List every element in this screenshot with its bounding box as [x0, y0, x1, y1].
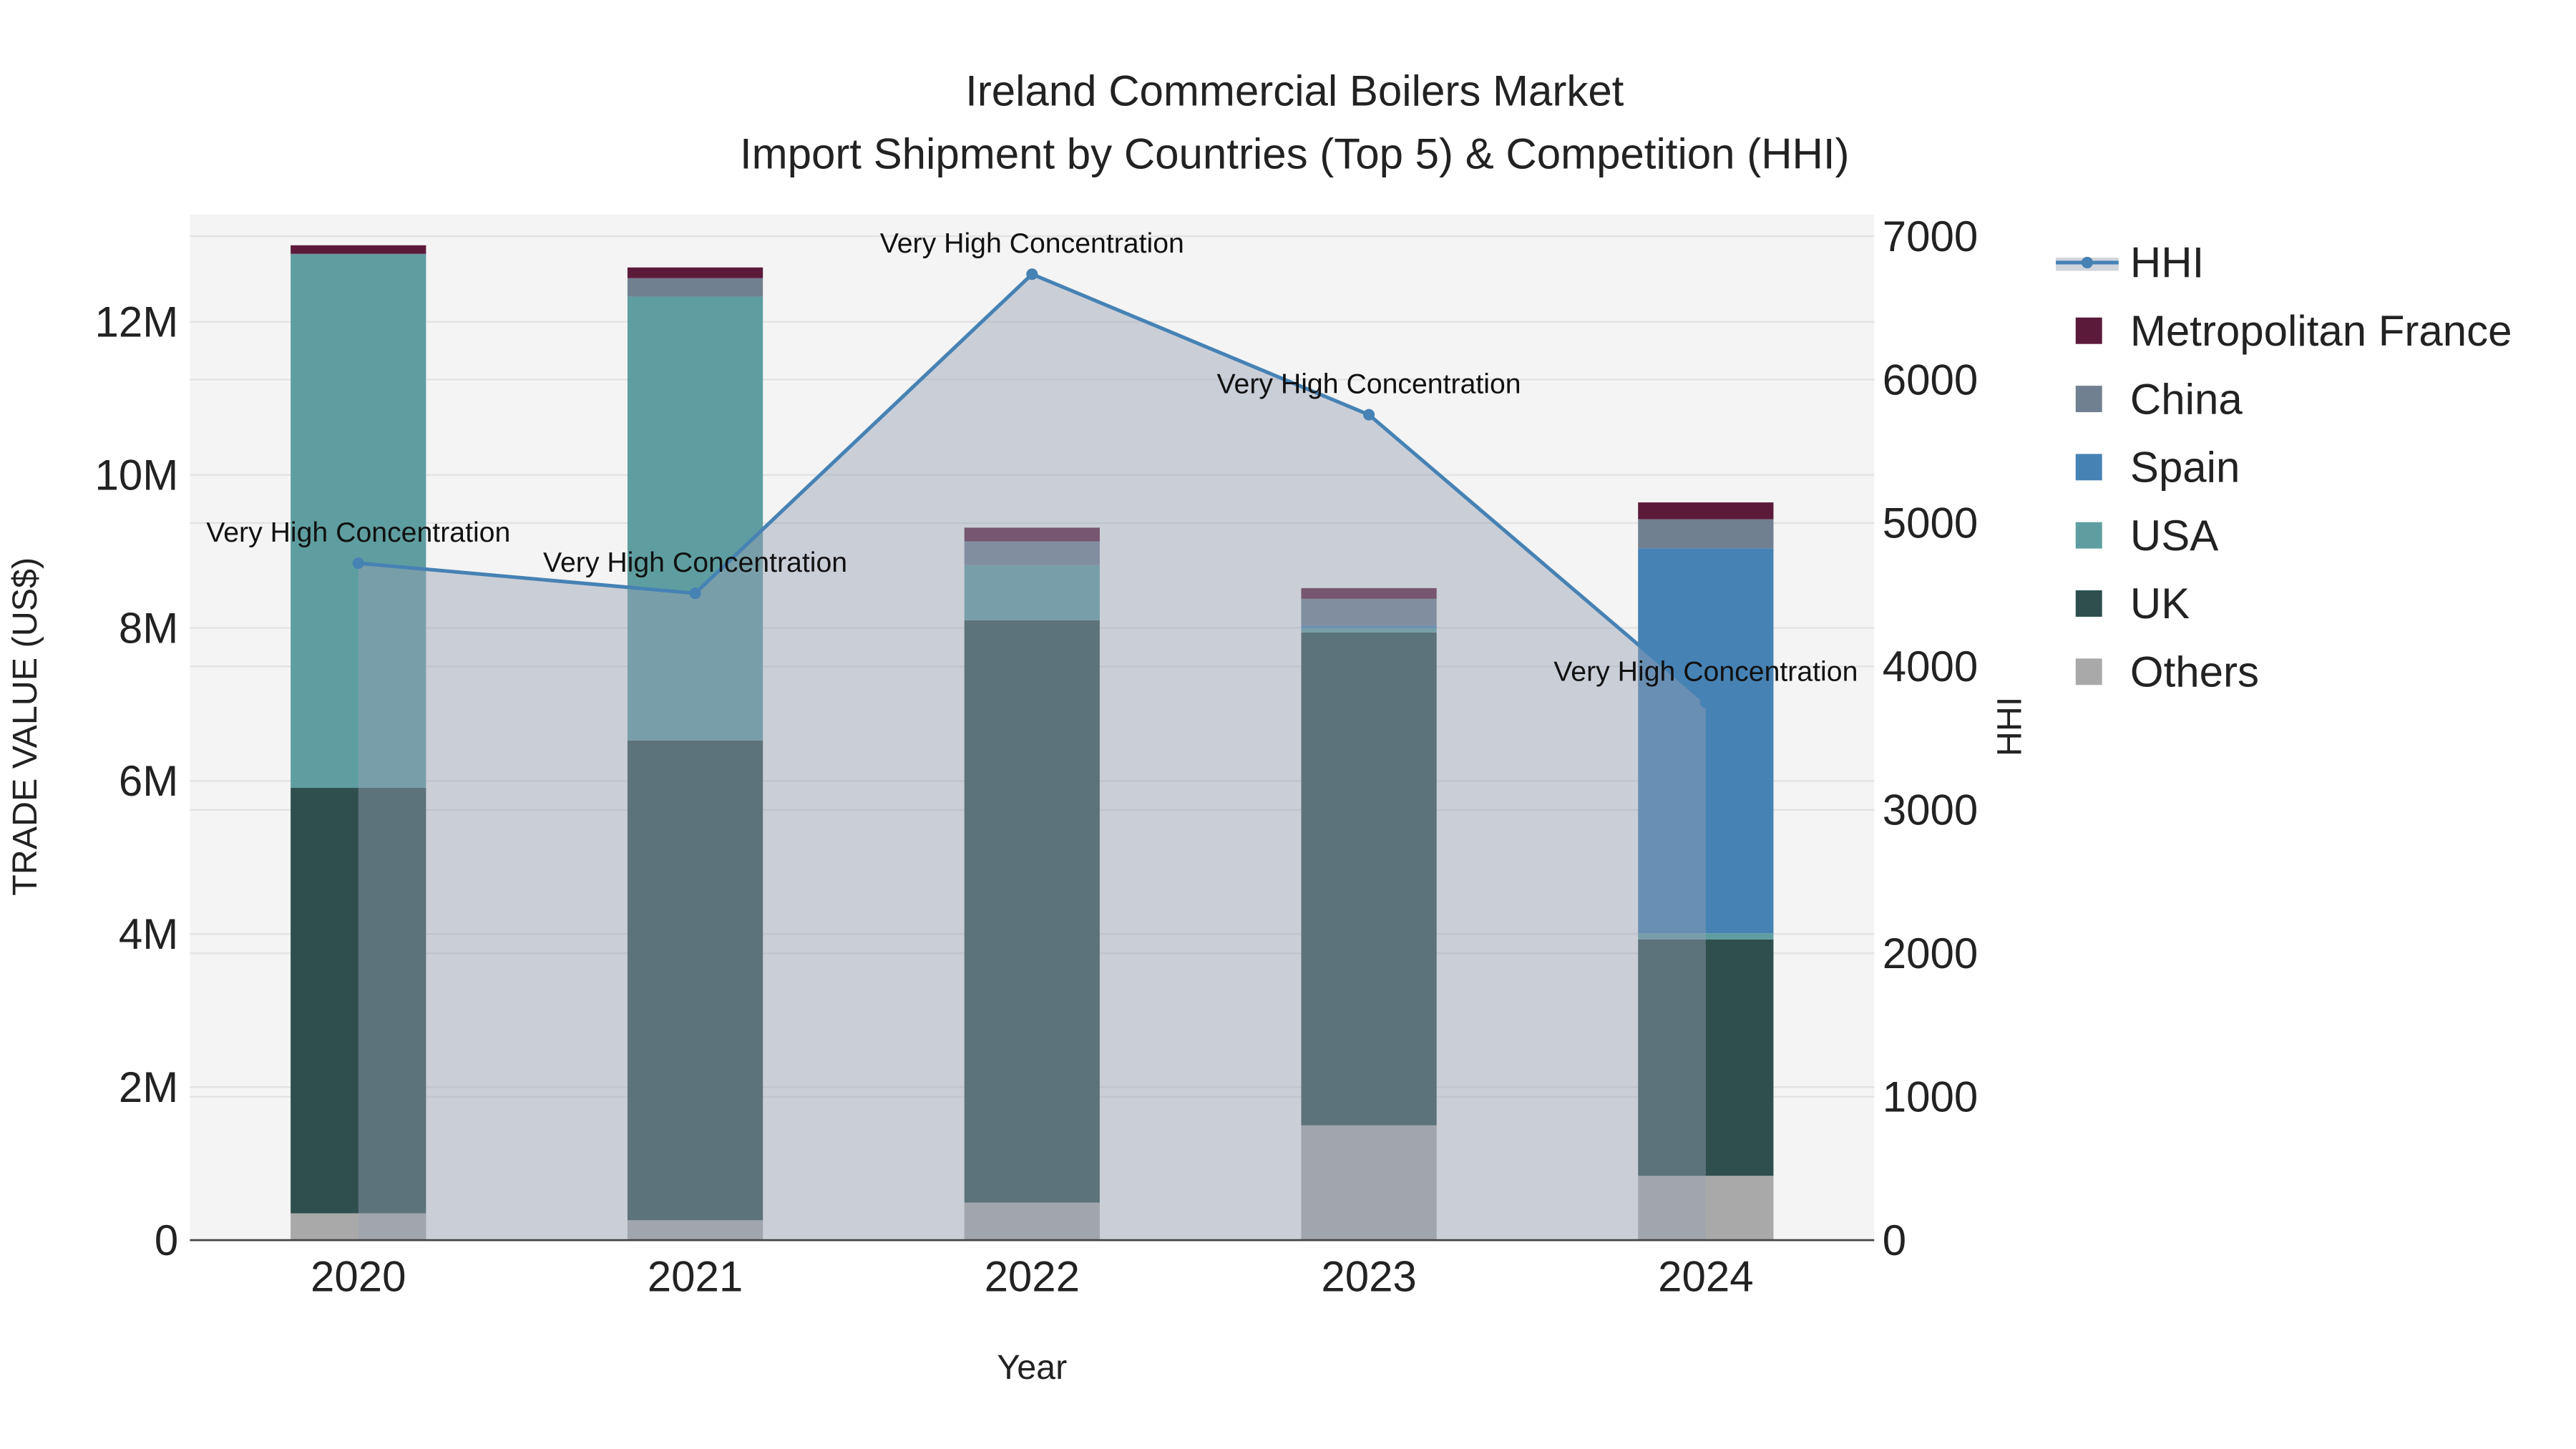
legend-swatch	[2075, 454, 2102, 481]
legend-swatch	[2075, 590, 2102, 617]
legend-swatch-hhi-marker	[2081, 256, 2093, 268]
x-axis-ticks: 2020 2021 2022 2023 2024	[311, 1253, 1754, 1301]
hhi-point	[1363, 409, 1375, 421]
y2-axis-label: HHI	[1991, 697, 2029, 756]
bar-metropolitan-france	[291, 245, 426, 254]
bar-china	[1638, 519, 1774, 549]
legend-label: Metropolitan France	[2130, 307, 2512, 355]
legend-swatch	[2075, 386, 2102, 412]
legend-label: USA	[2130, 512, 2218, 560]
hhi-annotation: Very High Concentration	[1553, 655, 1858, 687]
y2-tick-label: 6000	[1883, 356, 1978, 404]
x-tick-label: 2021	[648, 1253, 743, 1301]
hhi-point	[352, 557, 364, 570]
bar-metropolitan-france	[1638, 502, 1774, 519]
y-tick-label: 10M	[95, 451, 179, 499]
y-tick-label: 0	[155, 1216, 178, 1264]
hhi-point	[1699, 696, 1712, 708]
x-axis-label: Year	[997, 1348, 1067, 1387]
bar-china	[291, 253, 426, 255]
legend-label: UK	[2130, 580, 2190, 628]
y-tick-label: 6M	[119, 757, 178, 805]
y-axis-label: TRADE VALUE (US$)	[6, 557, 44, 896]
chart-title: Ireland Commercial Boilers Market	[965, 67, 1624, 115]
bar-metropolitan-france	[627, 267, 763, 278]
y2-tick-label: 0	[1883, 1216, 1906, 1264]
legend-swatch	[2075, 522, 2102, 549]
y-tick-label: 12M	[95, 298, 179, 346]
y2-tick-label: 3000	[1883, 786, 1978, 834]
x-tick-label: 2022	[985, 1253, 1080, 1301]
hhi-point	[689, 587, 701, 600]
hhi-annotation: Very High Concentration	[543, 547, 847, 578]
y-axis-ticks: 0 2M 4M 6M 8M 10M 12M	[95, 298, 179, 1264]
legend: HHI Metropolitan France China Spain USA UK Oth…	[2056, 239, 2512, 696]
y2-axis-ticks: 0 1000 2000 3000 4000 5000 6000 7000	[1883, 213, 1978, 1264]
legend-swatch	[2075, 658, 2102, 686]
y-tick-label: 4M	[119, 910, 178, 958]
legend-label: Others	[2130, 648, 2259, 696]
legend-swatch	[2075, 317, 2102, 344]
y-tick-label: 8M	[119, 604, 178, 652]
legend-label-hhi: HHI	[2130, 239, 2204, 287]
chart: Very High Concentration Very High Concent…	[6, 67, 2512, 1387]
x-tick-label: 2023	[1321, 1253, 1416, 1301]
x-tick-label: 2020	[311, 1253, 406, 1301]
x-tick-label: 2024	[1658, 1253, 1753, 1301]
hhi-annotation: Very High Concentration	[206, 517, 510, 548]
hhi-annotation: Very High Concentration	[880, 228, 1184, 259]
y2-tick-label: 1000	[1883, 1073, 1978, 1121]
legend-label: Spain	[2130, 444, 2240, 492]
y2-tick-label: 7000	[1883, 213, 1978, 260]
bar-china	[627, 278, 763, 297]
chart-subtitle: Import Shipment by Countries (Top 5) & C…	[740, 130, 1850, 177]
y2-tick-label: 5000	[1883, 499, 1978, 547]
y-tick-label: 2M	[119, 1063, 178, 1111]
hhi-point	[1026, 268, 1038, 280]
y2-tick-label: 4000	[1883, 643, 1978, 691]
y2-tick-label: 2000	[1883, 930, 1978, 977]
legend-label: China	[2130, 375, 2243, 423]
hhi-annotation: Very High Concentration	[1217, 369, 1521, 400]
